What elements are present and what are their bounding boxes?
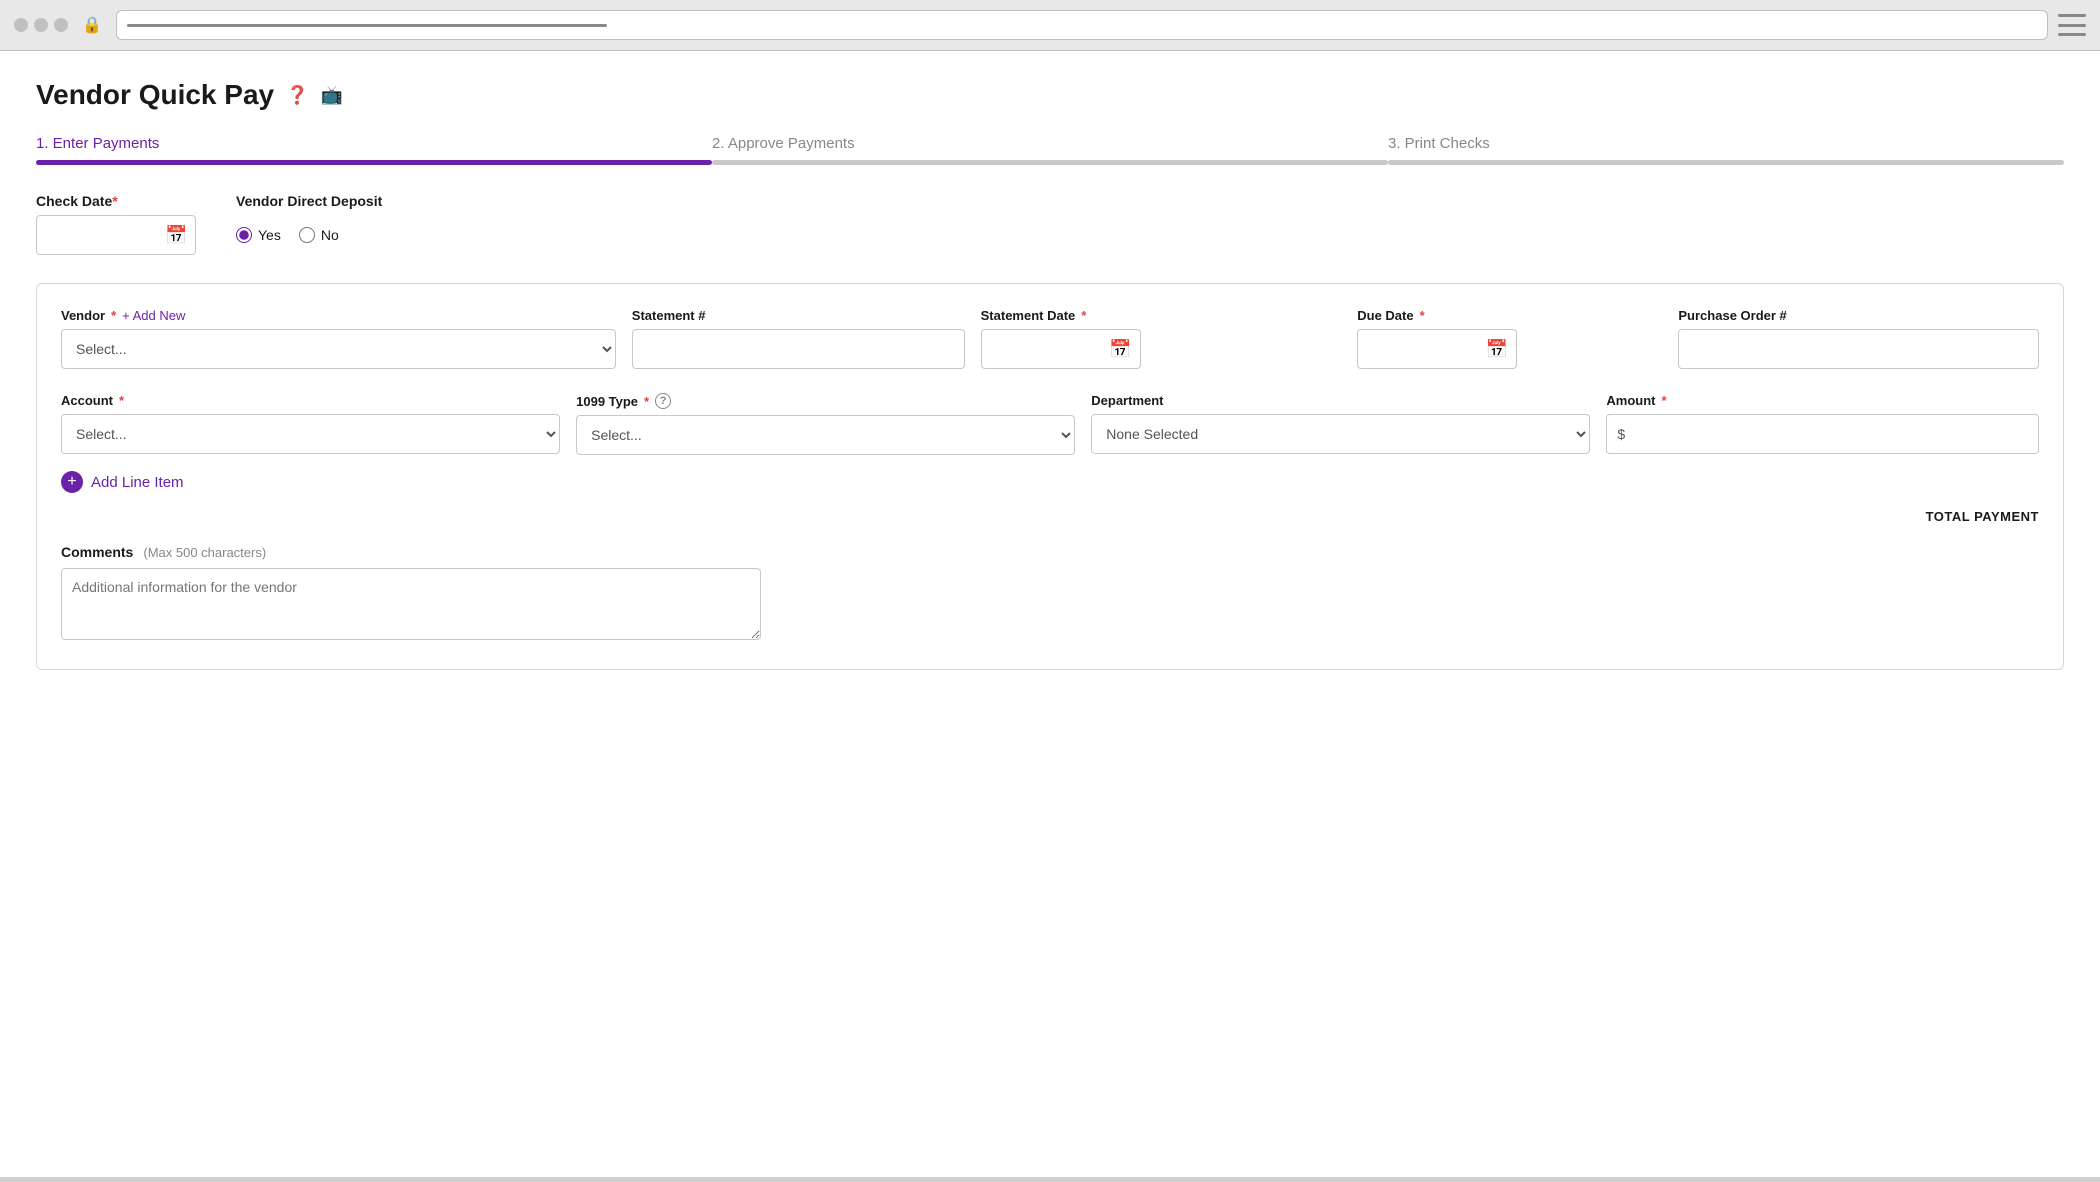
add-line-item-icon: + — [61, 471, 83, 493]
statement-date-wrapper[interactable]: 6/23/2020 📅 — [981, 329, 1141, 369]
add-new-vendor-link[interactable]: + Add New — [122, 308, 185, 323]
amount-input[interactable] — [1629, 426, 2028, 442]
department-select[interactable]: None Selected — [1091, 414, 1590, 454]
type-1099-label: 1099 Type* ? — [576, 393, 1075, 409]
browser-chrome: 🔒 — [0, 0, 2100, 51]
page-content: Vendor Quick Pay ❓ 📺 1. Enter Payments 2… — [0, 51, 2100, 1177]
page-title: Vendor Quick Pay — [36, 79, 274, 111]
due-date-label: Due Date* — [1357, 308, 1662, 323]
traffic-light-maximize — [54, 18, 68, 32]
add-line-item-row: + Add Line Item — [61, 471, 2039, 493]
due-date-field: Due Date* 6/23/2020 📅 — [1357, 308, 1662, 369]
hamburger-menu-icon[interactable] — [2058, 14, 2086, 36]
comments-max-chars: (Max 500 characters) — [143, 545, 266, 560]
step-3-label: 3. Print Checks — [1388, 135, 2064, 152]
step-1[interactable]: 1. Enter Payments — [36, 135, 712, 165]
address-bar[interactable] — [116, 10, 2048, 40]
top-fields-row: Check Date* 📅 Vendor Direct Deposit Yes … — [36, 193, 2064, 255]
type-1099-select[interactable]: Select... — [576, 415, 1075, 455]
comments-label: Comments — [61, 544, 133, 560]
radio-yes-option[interactable]: Yes — [236, 227, 281, 243]
radio-yes-input[interactable] — [236, 227, 252, 243]
vendor-label: Vendor* + Add New — [61, 308, 616, 323]
step-2-label: 2. Approve Payments — [712, 135, 1388, 152]
statement-number-field: Statement # — [632, 308, 965, 369]
vendor-field: Vendor* + Add New Select... — [61, 308, 616, 369]
help-circle-icon[interactable]: ❓ — [286, 85, 308, 106]
radio-yes-label: Yes — [258, 227, 281, 243]
currency-symbol: $ — [1617, 426, 1625, 442]
amount-label: Amount* — [1606, 393, 2039, 408]
fields-row-2: Account* Select... 1099 Type* ? Select..… — [61, 393, 2039, 455]
traffic-lights — [14, 18, 68, 32]
page-title-row: Vendor Quick Pay ❓ 📺 — [36, 79, 2064, 111]
account-field: Account* Select... — [61, 393, 560, 455]
radio-no-label: No — [321, 227, 339, 243]
total-payment-row: TOTAL PAYMENT — [61, 509, 2039, 524]
step-2[interactable]: 2. Approve Payments — [712, 135, 1388, 165]
type-1099-help-icon[interactable]: ? — [655, 393, 671, 409]
radio-no-option[interactable]: No — [299, 227, 339, 243]
comments-textarea[interactable] — [61, 568, 761, 640]
statement-date-field: Statement Date* 6/23/2020 📅 — [981, 308, 1342, 369]
traffic-light-close — [14, 18, 28, 32]
step-3-bar — [1388, 160, 2064, 165]
statement-number-label: Statement # — [632, 308, 965, 323]
statement-date-label: Statement Date* — [981, 308, 1342, 323]
step-1-bar — [36, 160, 712, 165]
statement-number-input[interactable] — [632, 329, 965, 369]
department-label: Department — [1091, 393, 1590, 408]
comments-label-row: Comments (Max 500 characters) — [61, 544, 2039, 560]
vendor-select[interactable]: Select... — [61, 329, 616, 369]
check-date-label: Check Date* — [36, 193, 196, 209]
check-date-input[interactable] — [45, 227, 165, 243]
amount-field: Amount* $ — [1606, 393, 2039, 455]
lock-icon: 🔒 — [78, 11, 106, 39]
type-1099-field: 1099 Type* ? Select... — [576, 393, 1075, 455]
check-date-calendar-icon[interactable]: 📅 — [165, 225, 187, 246]
address-bar-content — [127, 24, 607, 27]
radio-no-input[interactable] — [299, 227, 315, 243]
add-line-item-label: Add Line Item — [91, 474, 184, 491]
add-line-item-button[interactable]: + Add Line Item — [61, 471, 184, 493]
statement-date-input[interactable]: 6/23/2020 — [990, 341, 1110, 357]
check-date-input-wrapper[interactable]: 📅 — [36, 215, 196, 255]
vendor-direct-deposit-group: Vendor Direct Deposit Yes No — [236, 193, 382, 255]
account-select[interactable]: Select... — [61, 414, 560, 454]
step-2-bar — [712, 160, 1388, 165]
line-items-card: Vendor* + Add New Select... Statement # … — [36, 283, 2064, 670]
traffic-light-minimize — [34, 18, 48, 32]
step-3[interactable]: 3. Print Checks — [1388, 135, 2064, 165]
account-label: Account* — [61, 393, 560, 408]
due-date-input[interactable]: 6/23/2020 — [1366, 341, 1486, 357]
department-field: Department None Selected — [1091, 393, 1590, 455]
tv-icon[interactable]: 📺 — [321, 85, 343, 106]
purchase-order-label: Purchase Order # — [1678, 308, 2039, 323]
statement-date-calendar-icon[interactable]: 📅 — [1109, 339, 1131, 360]
vendor-direct-deposit-label: Vendor Direct Deposit — [236, 193, 382, 209]
vendor-direct-deposit-radios: Yes No — [236, 215, 382, 255]
purchase-order-input[interactable] — [1678, 329, 2039, 369]
check-date-group: Check Date* 📅 — [36, 193, 196, 255]
amount-input-wrapper[interactable]: $ — [1606, 414, 2039, 454]
total-payment-label: TOTAL PAYMENT — [1926, 509, 2039, 524]
due-date-wrapper[interactable]: 6/23/2020 📅 — [1357, 329, 1517, 369]
fields-row-1: Vendor* + Add New Select... Statement # … — [61, 308, 2039, 369]
purchase-order-field: Purchase Order # — [1678, 308, 2039, 369]
step-1-label: 1. Enter Payments — [36, 135, 712, 152]
comments-section: Comments (Max 500 characters) — [61, 544, 2039, 645]
due-date-calendar-icon[interactable]: 📅 — [1486, 339, 1508, 360]
steps-container: 1. Enter Payments 2. Approve Payments 3.… — [36, 135, 2064, 165]
